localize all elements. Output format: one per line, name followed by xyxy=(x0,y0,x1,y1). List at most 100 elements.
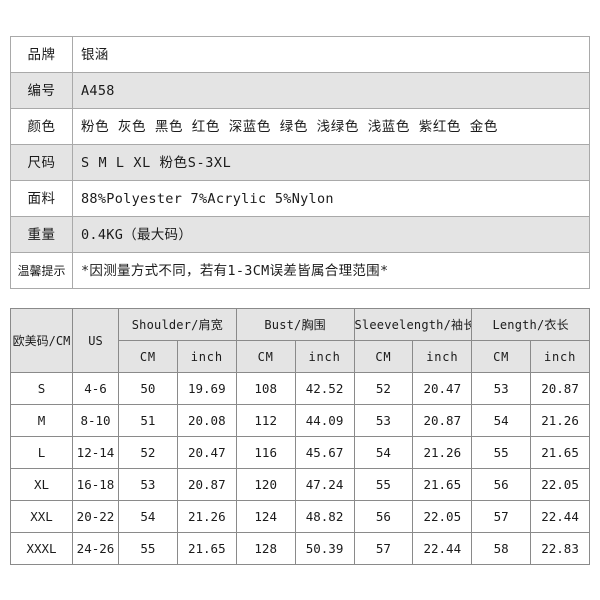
cell-length-cm: 57 xyxy=(471,500,532,533)
cell-length-cm: 55 xyxy=(471,436,532,469)
cell-length-inch: 20.87 xyxy=(530,372,590,405)
column-header-length-inch: inch xyxy=(530,340,590,373)
cell-sleeve-inch: 21.65 xyxy=(412,468,473,501)
cell-shoulder-cm: 54 xyxy=(118,500,178,533)
column-header-shoulder: Shoulder/肩宽 xyxy=(118,308,237,341)
cell-sleeve-cm: 53 xyxy=(353,404,414,437)
column-header-sleeve-inch: inch xyxy=(412,340,473,373)
column-header-shoulder-cm: CM xyxy=(118,340,178,373)
column-header-bust-inch: inch xyxy=(294,340,355,373)
cell-us: 16-18 xyxy=(72,468,119,501)
size-chart-body: S 4-6 50 19.69 108 42.52 52 20.47 53 20.… xyxy=(10,372,590,565)
cell-length-cm: 54 xyxy=(471,404,532,437)
attribute-value-color: 粉色 灰色 黑色 红色 深蓝色 绿色 浅绿色 浅蓝色 紫红色 金色 xyxy=(72,108,590,145)
cell-bust-cm: 116 xyxy=(235,436,296,469)
table-row: XXXL 24-26 55 21.65 128 50.39 57 22.44 5… xyxy=(10,532,590,565)
attribute-row-fabric: 面料 88%Polyester 7%Acrylic 5%Nylon xyxy=(10,180,590,217)
cell-size: S xyxy=(10,372,73,405)
column-header-us-size: US xyxy=(72,308,119,373)
attribute-label-notice: 温馨提示 xyxy=(10,252,73,289)
cell-size: XL xyxy=(10,468,73,501)
size-chart-table: 欧美码/CM US Shoulder/肩宽 Bust/胸围 Sleeveleng… xyxy=(10,308,590,565)
cell-bust-cm: 112 xyxy=(235,404,296,437)
table-row: XXL 20-22 54 21.26 124 48.82 56 22.05 57… xyxy=(10,500,590,533)
cell-bust-inch: 50.39 xyxy=(294,532,355,565)
cell-length-inch: 22.05 xyxy=(530,468,590,501)
cell-size: L xyxy=(10,436,73,469)
cell-sleeve-inch: 22.44 xyxy=(412,532,473,565)
attribute-value-model-number: A458 xyxy=(72,72,590,109)
column-header-length: Length/衣长 xyxy=(471,308,590,341)
cell-us: 12-14 xyxy=(72,436,119,469)
cell-length-inch: 21.26 xyxy=(530,404,590,437)
cell-length-cm: 56 xyxy=(471,468,532,501)
attribute-row-size: 尺码 S M L XL 粉色S-3XL xyxy=(10,144,590,181)
attribute-label-size: 尺码 xyxy=(10,144,73,181)
column-header-bust: Bust/胸围 xyxy=(235,308,355,341)
attribute-label-fabric: 面料 xyxy=(10,180,73,217)
cell-us: 24-26 xyxy=(72,532,119,565)
cell-bust-inch: 45.67 xyxy=(294,436,355,469)
cell-sleeve-cm: 54 xyxy=(353,436,414,469)
cell-shoulder-inch: 20.87 xyxy=(176,468,237,501)
attribute-value-weight: 0.4KG（最大码） xyxy=(72,216,590,253)
cell-length-inch: 21.65 xyxy=(530,436,590,469)
attribute-label-model-number: 编号 xyxy=(10,72,73,109)
cell-bust-cm: 108 xyxy=(235,372,296,405)
cell-shoulder-inch: 21.26 xyxy=(176,500,237,533)
cell-sleeve-cm: 52 xyxy=(353,372,414,405)
attribute-row-notice: 温馨提示 *因测量方式不同，若有1-3CM误差皆属合理范围* xyxy=(10,252,590,289)
attribute-value-notice: *因测量方式不同，若有1-3CM误差皆属合理范围* xyxy=(72,252,590,289)
cell-shoulder-cm: 55 xyxy=(118,532,178,565)
cell-size: M xyxy=(10,404,73,437)
column-header-sleeve-length: Sleevelength/袖长 xyxy=(353,308,473,341)
cell-sleeve-inch: 21.26 xyxy=(412,436,473,469)
cell-bust-inch: 47.24 xyxy=(294,468,355,501)
size-chart-group-header-row: 欧美码/CM US Shoulder/肩宽 Bust/胸围 Sleeveleng… xyxy=(10,308,590,373)
cell-shoulder-cm: 52 xyxy=(118,436,178,469)
cell-size: XXL xyxy=(10,500,73,533)
column-header-eu-size: 欧美码/CM xyxy=(10,308,73,373)
cell-us: 20-22 xyxy=(72,500,119,533)
attribute-row-color: 颜色 粉色 灰色 黑色 红色 深蓝色 绿色 浅绿色 浅蓝色 紫红色 金色 xyxy=(10,108,590,145)
attribute-label-weight: 重量 xyxy=(10,216,73,253)
cell-sleeve-cm: 55 xyxy=(353,468,414,501)
column-header-length-cm: CM xyxy=(471,340,532,373)
cell-bust-cm: 128 xyxy=(235,532,296,565)
cell-shoulder-cm: 51 xyxy=(118,404,178,437)
table-row: XL 16-18 53 20.87 120 47.24 55 21.65 56 … xyxy=(10,468,590,501)
cell-length-cm: 53 xyxy=(471,372,532,405)
cell-shoulder-inch: 21.65 xyxy=(176,532,237,565)
attribute-row-weight: 重量 0.4KG（最大码） xyxy=(10,216,590,253)
cell-shoulder-cm: 53 xyxy=(118,468,178,501)
cell-size: XXXL xyxy=(10,532,73,565)
cell-shoulder-inch: 20.47 xyxy=(176,436,237,469)
cell-us: 8-10 xyxy=(72,404,119,437)
cell-bust-cm: 124 xyxy=(235,500,296,533)
table-row: M 8-10 51 20.08 112 44.09 53 20.87 54 21… xyxy=(10,404,590,437)
cell-bust-inch: 42.52 xyxy=(294,372,355,405)
attribute-value-fabric: 88%Polyester 7%Acrylic 5%Nylon xyxy=(72,180,590,217)
cell-sleeve-inch: 20.47 xyxy=(412,372,473,405)
cell-length-inch: 22.83 xyxy=(530,532,590,565)
column-header-sleeve-cm: CM xyxy=(353,340,414,373)
attribute-label-brand: 品牌 xyxy=(10,36,73,73)
cell-sleeve-inch: 22.05 xyxy=(412,500,473,533)
cell-bust-inch: 44.09 xyxy=(294,404,355,437)
table-row: L 12-14 52 20.47 116 45.67 54 21.26 55 2… xyxy=(10,436,590,469)
cell-shoulder-cm: 50 xyxy=(118,372,178,405)
cell-bust-cm: 120 xyxy=(235,468,296,501)
attribute-value-size: S M L XL 粉色S-3XL xyxy=(72,144,590,181)
attribute-row-brand: 品牌 银涵 xyxy=(10,36,590,73)
cell-shoulder-inch: 20.08 xyxy=(176,404,237,437)
cell-us: 4-6 xyxy=(72,372,119,405)
column-header-bust-cm: CM xyxy=(235,340,296,373)
attribute-row-model-number: 编号 A458 xyxy=(10,72,590,109)
cell-length-inch: 22.44 xyxy=(530,500,590,533)
product-attributes-table: 品牌 银涵 编号 A458 颜色 粉色 灰色 黑色 红色 深蓝色 绿色 浅绿色 … xyxy=(10,36,590,289)
table-row: S 4-6 50 19.69 108 42.52 52 20.47 53 20.… xyxy=(10,372,590,405)
column-header-shoulder-inch: inch xyxy=(176,340,237,373)
attribute-value-brand: 银涵 xyxy=(72,36,590,73)
cell-sleeve-cm: 57 xyxy=(353,532,414,565)
cell-bust-inch: 48.82 xyxy=(294,500,355,533)
